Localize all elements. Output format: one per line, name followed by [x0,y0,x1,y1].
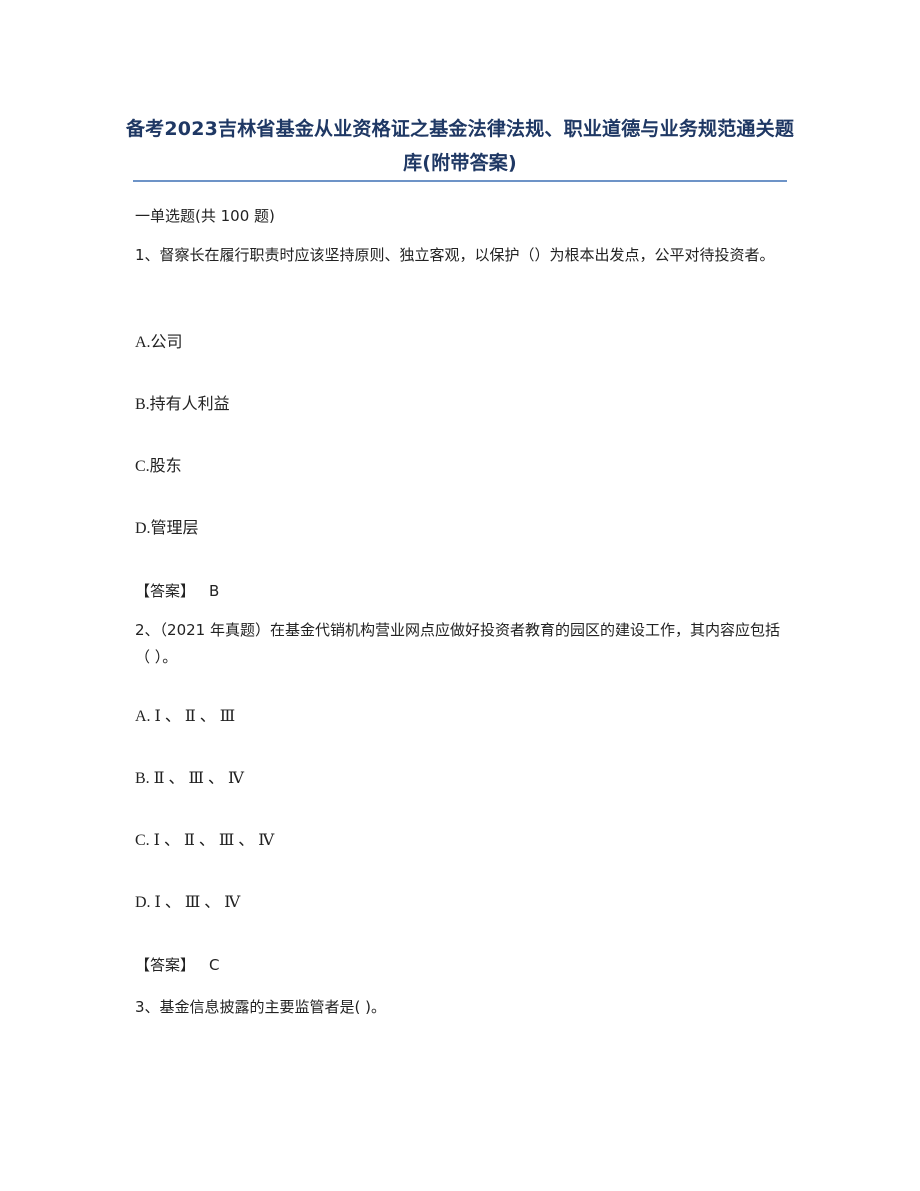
question-1-text: 1、督察长在履行职责时应该坚持原则、独立客观，以保护（）为根本出发点，公平对待投… [135,246,775,264]
answer-label: 【答案】 [135,582,196,600]
question-1-option-d: D.管理层 [135,520,199,537]
title-divider [133,180,787,182]
question-1-option-a: A.公司 [135,334,183,351]
question-1-option-b: B.持有人利益 [135,396,230,413]
question-1-answer: 【答案】 B [135,578,219,604]
question-2-answer: 【答案】 C [135,952,220,978]
answer-label: 【答案】 [135,956,196,974]
answer-value: C [209,956,220,974]
question-3-text: 3、基金信息披露的主要监管者是( )。 [135,998,387,1016]
question-2-option-d: D. Ⅰ 、 Ⅲ 、 Ⅳ [135,894,241,911]
question-2-option-c: C. Ⅰ 、 Ⅱ 、 Ⅲ 、 Ⅳ [135,832,275,849]
document-page: 备考2023吉林省基金从业资格证之基金法律法规、职业道德与业务规范通关题库(附带… [0,0,920,1191]
question-2-text: 2、（2021 年真题）在基金代销机构营业网点应做好投资者教育的园区的建设工作，… [135,621,780,666]
question-1-option-c: C.股东 [135,458,182,475]
question-2-option-b: B. Ⅱ 、 Ⅲ 、 Ⅳ [135,770,244,787]
document-title: 备考2023吉林省基金从业资格证之基金法律法规、职业道德与业务规范通关题库(附带… [125,118,795,174]
answer-value: B [209,582,220,600]
section-heading: 一单选题(共 100 题) [135,207,275,225]
question-2-option-a: A. Ⅰ 、 Ⅱ 、 Ⅲ [135,708,236,725]
